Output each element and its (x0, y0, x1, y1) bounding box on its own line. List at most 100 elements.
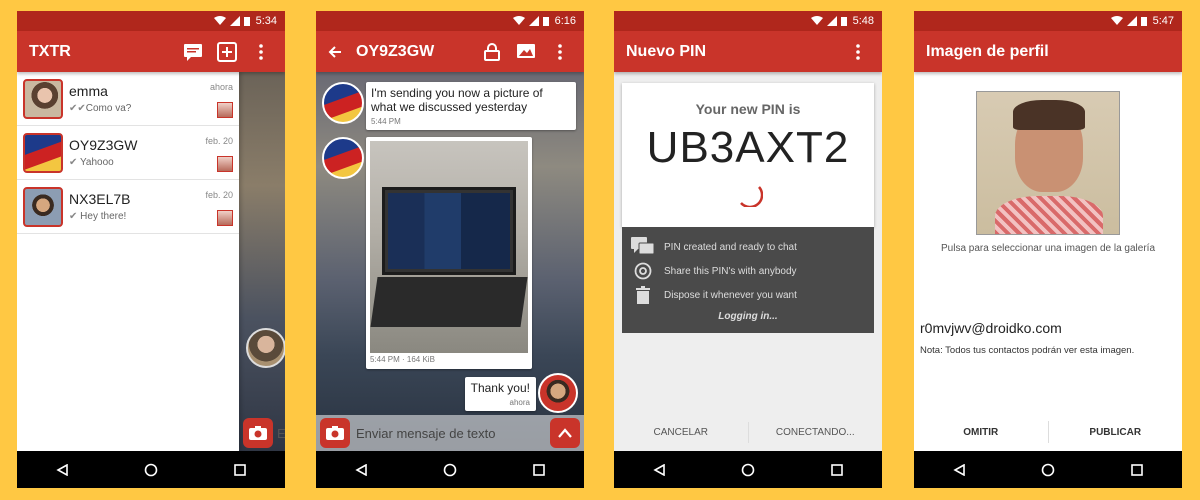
last-message: Hey there! (80, 211, 127, 222)
chat-bubbles-icon (630, 237, 656, 257)
camera-icon (249, 426, 267, 440)
recents-nav-icon[interactable] (1117, 455, 1157, 485)
account-email: r0mvjwv@droidko.com (920, 320, 1062, 336)
read-check-icon: ✔✔ (69, 103, 86, 114)
profile-image[interactable] (976, 91, 1120, 235)
message-bubble[interactable]: I'm sending you now a picture of what we… (366, 82, 576, 130)
back-nav-icon[interactable] (939, 455, 979, 485)
pin-label: Your new PIN is (695, 101, 801, 117)
sent-check-icon: ✔ (69, 211, 78, 222)
dialog-actions: OMITIR PUBLICAR (914, 413, 1182, 451)
info-text: Dispose it whenever you want (664, 289, 797, 301)
app-bar: Imagen de perfil (914, 31, 1182, 72)
skip-button[interactable]: OMITIR (914, 413, 1048, 451)
contact-name: OY9Z3GW (69, 137, 138, 153)
status-bar: 5:34 (17, 11, 285, 31)
avatar (23, 132, 63, 173)
message-bubble[interactable]: Thank you! ahora (464, 377, 536, 411)
wallpaper-icon[interactable] (514, 40, 538, 64)
lock-icon[interactable] (480, 40, 504, 64)
back-nav-icon[interactable] (639, 455, 679, 485)
status-icons (810, 16, 847, 26)
add-icon[interactable] (215, 40, 239, 64)
signal-icon (1126, 16, 1137, 26)
status-time: 5:48 (852, 15, 874, 27)
overflow-menu-icon[interactable] (249, 40, 273, 64)
recents-nav-icon[interactable] (220, 455, 260, 485)
message-text: Thank you! (470, 381, 530, 395)
info-text: PIN created and ready to chat (664, 241, 797, 253)
message-date: ahora (209, 82, 233, 92)
screen-title: Imagen de perfil (926, 42, 1049, 60)
camera-icon (326, 426, 344, 440)
screen-title: Nuevo PIN (626, 42, 707, 60)
chevron-up-icon (558, 428, 572, 438)
home-nav-icon[interactable] (131, 455, 171, 485)
laptop-screen (382, 187, 516, 275)
status-icons (1110, 16, 1147, 26)
avatar (23, 78, 63, 119)
list-item[interactable]: OY9Z3GW ✔ Yahooo feb. 20 (17, 126, 239, 180)
status-bar: 6:16 (316, 11, 584, 31)
home-nav-icon[interactable] (1028, 455, 1068, 485)
back-nav-icon[interactable] (341, 455, 381, 485)
recents-nav-icon[interactable] (519, 455, 559, 485)
home-nav-icon[interactable] (430, 455, 470, 485)
home-nav-icon[interactable] (728, 455, 768, 485)
signal-icon (229, 16, 240, 26)
phone-new-pin: 5:48 Nuevo PIN Your new PIN is UB3AXT2 P… (614, 11, 882, 488)
status-time: 5:34 (255, 15, 277, 27)
avatar (322, 82, 364, 124)
contact-name: NX3EL7B (69, 191, 131, 207)
sent-check-icon: ✔ (69, 157, 78, 168)
back-nav-icon[interactable] (42, 455, 82, 485)
status-bar: 5:48 (614, 11, 882, 31)
phone-profile-image: 5:47 Imagen de perfil Pulsa para selecci… (914, 11, 1182, 488)
new-message-icon[interactable] (181, 40, 205, 64)
app-title: TXTR (29, 42, 71, 60)
status-time: 5:47 (1152, 15, 1174, 27)
overflow-menu-icon[interactable] (846, 40, 870, 64)
publish-button[interactable]: PUBLICAR (1049, 413, 1183, 451)
phone-chat-list: 5:34 TXTR E emma ✔✔Como va? ahora OY9Z3G… (17, 11, 285, 488)
battery-icon (542, 17, 549, 26)
wifi-icon (512, 16, 525, 25)
laptop-keyboard (370, 277, 528, 327)
recents-nav-icon[interactable] (817, 455, 857, 485)
app-bar: Nuevo PIN (614, 31, 882, 72)
battery-icon (243, 17, 250, 26)
pin-card: Your new PIN is UB3AXT2 (622, 83, 874, 227)
expand-button[interactable] (550, 418, 580, 448)
camera-button[interactable] (243, 418, 273, 448)
message-meta: 5:44 PM (371, 117, 401, 126)
wifi-icon (810, 16, 823, 25)
nav-bar (17, 451, 285, 488)
camera-button[interactable] (320, 418, 350, 448)
list-item[interactable]: emma ✔✔Como va? ahora (17, 72, 239, 126)
back-arrow-icon[interactable] (328, 45, 342, 59)
nav-bar (316, 451, 584, 488)
message-date: feb. 20 (205, 136, 233, 146)
avatar (23, 186, 63, 227)
signal-icon (528, 16, 539, 26)
avatar[interactable] (246, 328, 285, 368)
last-message: Como va? (85, 103, 132, 114)
connecting-button[interactable]: CONECTANDO... (749, 414, 883, 451)
loading-spinner-icon (740, 186, 764, 209)
mini-avatar (217, 210, 233, 226)
list-item[interactable]: NX3EL7B ✔ Hey there! feb. 20 (17, 180, 239, 234)
avatar (538, 373, 578, 413)
wifi-icon (213, 16, 226, 25)
composer: Enviar mensaje de texto (316, 415, 584, 451)
message-input[interactable]: Enviar mensaje de texto (356, 426, 550, 441)
chat-list: emma ✔✔Como va? ahora OY9Z3GW ✔ Yahooo f… (17, 72, 239, 451)
info-row: Share this PIN's with anybody (622, 259, 874, 283)
info-row: Dispose it whenever you want (622, 283, 874, 307)
cancel-button[interactable]: CANCELAR (614, 414, 748, 451)
image-message-bubble[interactable]: 5:44 PM · 164 KiB (366, 137, 532, 369)
login-status: Logging in... (718, 311, 778, 322)
laptop-photo[interactable] (370, 141, 528, 353)
overflow-menu-icon[interactable] (548, 40, 572, 64)
pin-info-panel: PIN created and ready to chat Share this… (622, 227, 874, 333)
privacy-note: Nota: Todos tus contactos podrán ver est… (920, 345, 1135, 356)
